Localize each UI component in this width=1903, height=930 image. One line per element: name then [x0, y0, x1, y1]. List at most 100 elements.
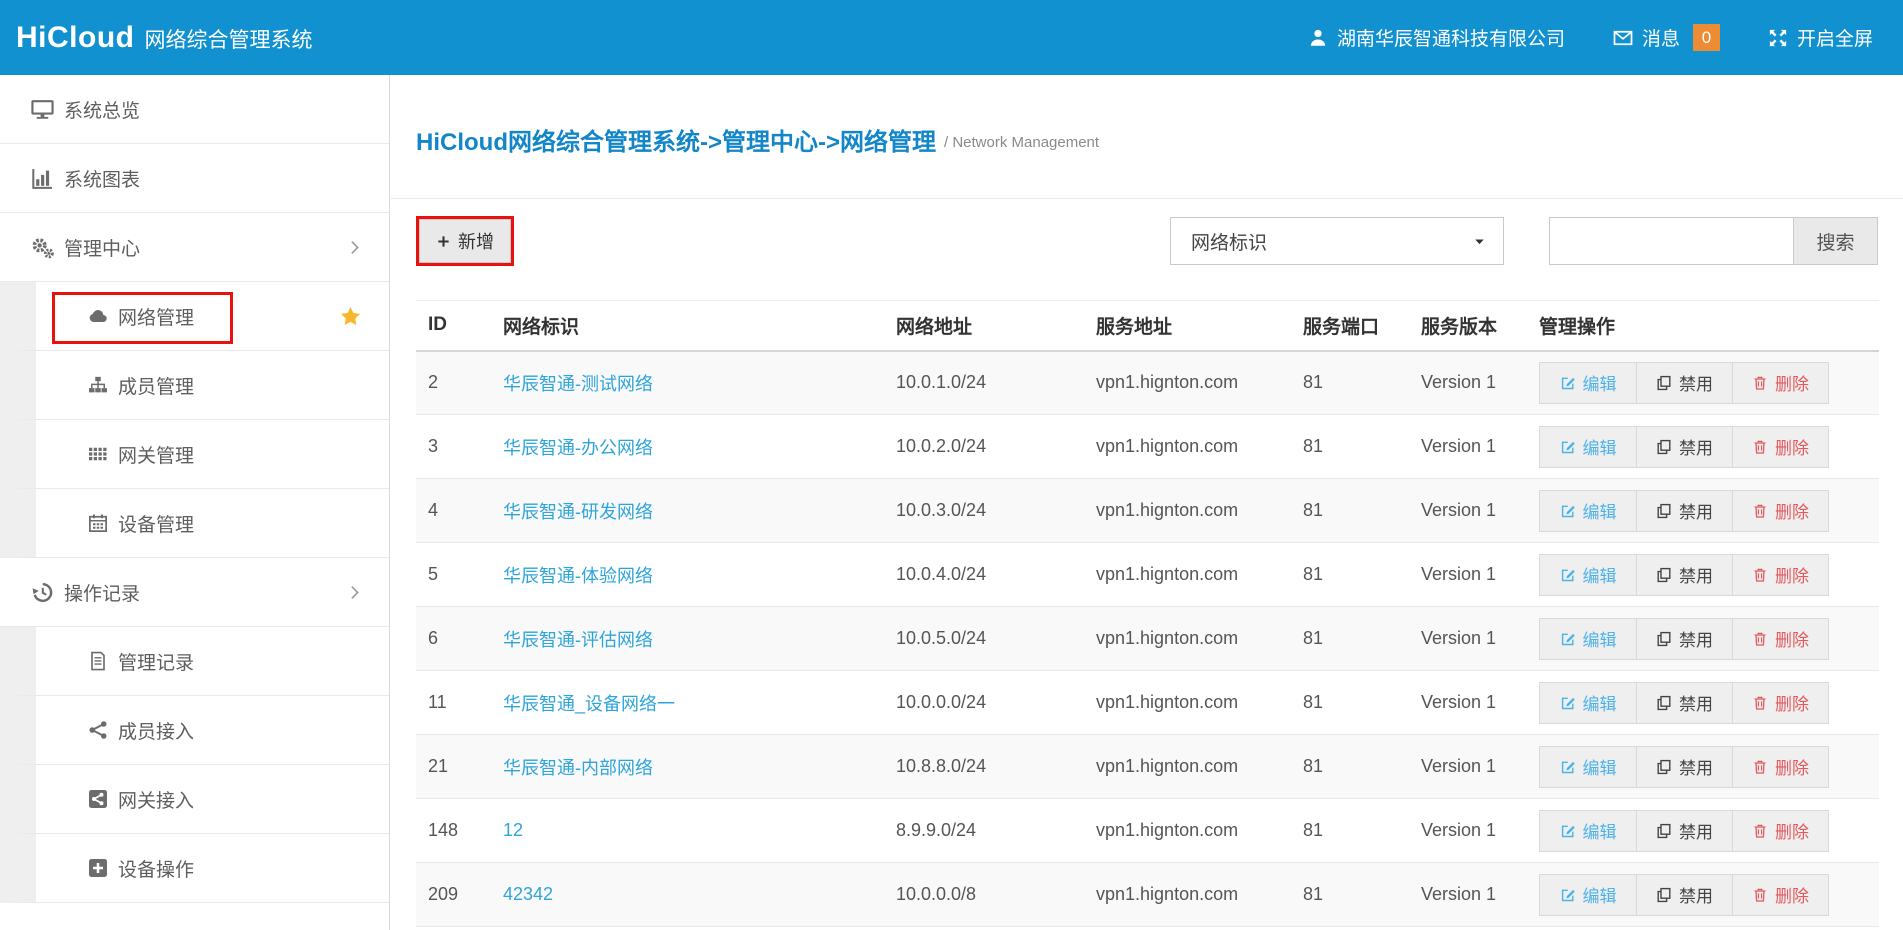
sidebar-item-label: 成员接入: [118, 717, 194, 744]
fullscreen-icon: [1768, 28, 1788, 48]
disable-button[interactable]: 禁用: [1636, 811, 1732, 851]
cell-id: 148: [416, 799, 503, 863]
fullscreen-label: 开启全屏: [1797, 24, 1873, 51]
edit-icon: [1560, 823, 1576, 839]
disable-button[interactable]: 禁用: [1636, 491, 1732, 531]
edit-button[interactable]: 编辑: [1540, 619, 1636, 659]
sidebar-item-gateway-mgmt[interactable]: 网关管理: [0, 420, 389, 489]
cell-id: 21: [416, 735, 503, 799]
sidebar-item-gateway-access[interactable]: 网关接入: [0, 765, 389, 834]
sidebar-item-member-mgmt[interactable]: 成员管理: [0, 351, 389, 420]
edit-icon: [1560, 375, 1576, 391]
row-actions: 编辑禁用删除: [1539, 362, 1829, 404]
messages-menu[interactable]: 消息 0: [1613, 24, 1720, 51]
edit-button[interactable]: 编辑: [1540, 363, 1636, 403]
filter-select[interactable]: 网络标识: [1170, 217, 1504, 265]
network-name-link[interactable]: 华辰智通-办公网络: [503, 438, 653, 458]
edit-icon: [1560, 631, 1576, 647]
sidebar-item-member-access[interactable]: 成员接入: [0, 696, 389, 765]
sitemap-icon: [88, 375, 108, 395]
top-right-menu: 湖南华辰智通科技有限公司 消息 0 开启全屏: [1308, 24, 1873, 51]
delete-button[interactable]: 删除: [1732, 363, 1828, 403]
chevron-right-icon: [346, 584, 363, 601]
breadcrumb-title: HiCloud网络综合管理系统->管理中心->网络管理: [416, 122, 936, 157]
cell-service-version: Version 1: [1421, 735, 1539, 799]
table-toolbar: 新增 网络标识 搜索: [416, 216, 1878, 266]
network-name-link[interactable]: 华辰智通_设备网络一: [503, 694, 675, 714]
network-name-link[interactable]: 12: [503, 820, 523, 840]
delete-button[interactable]: 删除: [1732, 619, 1828, 659]
delete-button[interactable]: 删除: [1732, 811, 1828, 851]
sidebar-item-device-mgmt[interactable]: 设备管理: [0, 489, 389, 558]
sidebar-item-label: 成员管理: [118, 372, 194, 399]
disable-button[interactable]: 禁用: [1636, 555, 1732, 595]
cell-service-port: 81: [1303, 351, 1421, 415]
edit-button[interactable]: 编辑: [1540, 427, 1636, 467]
edit-button[interactable]: 编辑: [1540, 747, 1636, 787]
delete-button[interactable]: 删除: [1732, 427, 1828, 467]
column-header-2: 网络地址: [896, 301, 1096, 351]
cell-id: 2: [416, 351, 503, 415]
share-square-icon: [88, 789, 108, 809]
disable-button[interactable]: 禁用: [1636, 683, 1732, 723]
cell-service-port: 81: [1303, 799, 1421, 863]
delete-button[interactable]: 删除: [1732, 555, 1828, 595]
copy-icon: [1656, 567, 1672, 583]
edit-button[interactable]: 编辑: [1540, 875, 1636, 915]
table-row: 21华辰智通-内部网络10.8.8.0/24vpn1.hignton.com81…: [416, 735, 1879, 799]
cell-service-address: vpn1.hignton.com: [1096, 735, 1303, 799]
network-name-link[interactable]: 华辰智通-内部网络: [503, 758, 653, 778]
table-body: 2华辰智通-测试网络10.0.1.0/24vpn1.hignton.com81V…: [416, 351, 1879, 927]
edit-icon: [1560, 439, 1576, 455]
top-header: HiCloud 网络综合管理系统 湖南华辰智通科技有限公司 消息 0 开启全屏: [0, 0, 1903, 75]
sidebar-item-system-overview[interactable]: 系统总览: [0, 75, 389, 144]
sidebar-item-label: 系统总览: [64, 96, 140, 123]
search-button[interactable]: 搜索: [1793, 217, 1878, 265]
network-name-link[interactable]: 华辰智通-评估网络: [503, 630, 653, 650]
sidebar-item-system-charts[interactable]: 系统图表: [0, 144, 389, 213]
cell-service-version: Version 1: [1421, 863, 1539, 927]
row-actions: 编辑禁用删除: [1539, 618, 1829, 660]
add-button[interactable]: 新增: [419, 219, 511, 263]
delete-button[interactable]: 删除: [1732, 683, 1828, 723]
edit-button[interactable]: 编辑: [1540, 683, 1636, 723]
network-name-link[interactable]: 42342: [503, 884, 553, 904]
cell-network-address: 10.0.4.0/24: [896, 543, 1096, 607]
cell-network-address: 10.0.1.0/24: [896, 351, 1096, 415]
delete-button[interactable]: 删除: [1732, 747, 1828, 787]
disable-button[interactable]: 禁用: [1636, 427, 1732, 467]
disable-button[interactable]: 禁用: [1636, 619, 1732, 659]
delete-button[interactable]: 删除: [1732, 491, 1828, 531]
grid-icon: [88, 444, 108, 464]
network-name-link[interactable]: 华辰智通-测试网络: [503, 374, 653, 394]
fullscreen-toggle[interactable]: 开启全屏: [1768, 24, 1873, 51]
cell-network-address: 8.9.9.0/24: [896, 799, 1096, 863]
table-row: 5华辰智通-体验网络10.0.4.0/24vpn1.hignton.com81V…: [416, 543, 1879, 607]
cell-id: 4: [416, 479, 503, 543]
disable-button[interactable]: 禁用: [1636, 747, 1732, 787]
network-name-link[interactable]: 华辰智通-体验网络: [503, 566, 653, 586]
edit-button[interactable]: 编辑: [1540, 491, 1636, 531]
sidebar-item-admin-log[interactable]: 管理记录: [0, 627, 389, 696]
row-actions: 编辑禁用删除: [1539, 490, 1829, 532]
search-area: 网络标识 搜索: [1170, 217, 1878, 265]
company-menu[interactable]: 湖南华辰智通科技有限公司: [1308, 24, 1565, 51]
desktop-icon: [31, 98, 54, 121]
row-actions: 编辑禁用删除: [1539, 746, 1829, 788]
network-name-link[interactable]: 华辰智通-研发网络: [503, 502, 653, 522]
edit-button[interactable]: 编辑: [1540, 811, 1636, 851]
cell-service-port: 81: [1303, 415, 1421, 479]
edit-button[interactable]: 编辑: [1540, 555, 1636, 595]
delete-button[interactable]: 删除: [1732, 875, 1828, 915]
sidebar-item-label: 网关接入: [118, 786, 194, 813]
chevron-right-icon: [346, 239, 363, 256]
sidebar-item-operation-log[interactable]: 操作记录: [0, 558, 389, 627]
sidebar-item-device-operation[interactable]: 设备操作: [0, 834, 389, 903]
sidebar-item-admin-center[interactable]: 管理中心: [0, 213, 389, 282]
search-input[interactable]: [1549, 217, 1793, 265]
star-icon[interactable]: [340, 306, 361, 327]
sidebar-item-network-mgmt[interactable]: 网络管理: [0, 282, 389, 351]
disable-button[interactable]: 禁用: [1636, 363, 1732, 403]
cell-service-address: vpn1.hignton.com: [1096, 671, 1303, 735]
disable-button[interactable]: 禁用: [1636, 875, 1732, 915]
